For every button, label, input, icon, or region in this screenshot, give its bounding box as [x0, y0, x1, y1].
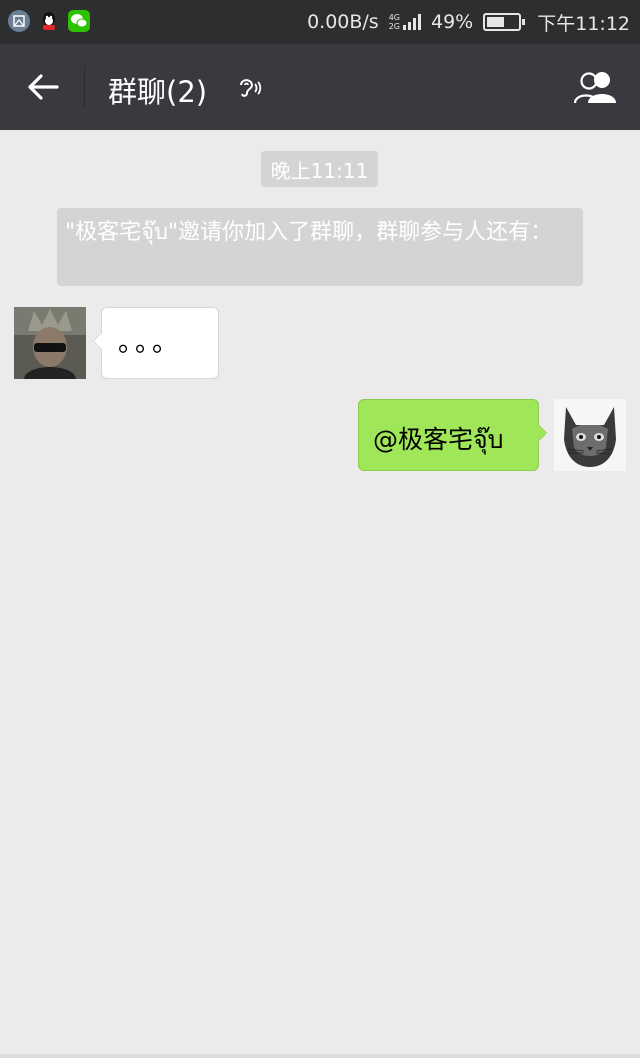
wechat-icon — [68, 10, 90, 32]
notification-icons — [8, 10, 90, 32]
chat-area[interactable]: 晚上11:11 "极客宅จุ๊บ"邀请你加入了群聊，群聊参与人还有： 。。。 @… — [0, 130, 640, 1054]
bottom-edge — [0, 1054, 640, 1058]
timestamp-pill: 晚上11:11 — [261, 151, 378, 187]
group-members-icon — [573, 72, 616, 104]
battery-icon — [483, 13, 526, 31]
outgoing-message-bubble[interactable]: @极客宅จุ๊บ — [358, 399, 547, 471]
ear-icon — [240, 79, 262, 97]
gallery-icon — [8, 10, 30, 32]
net-type-2g: 2G — [388, 22, 400, 31]
my-avatar[interactable] — [554, 399, 626, 471]
qq-icon — [38, 10, 60, 32]
net-type-4g: 4G — [388, 13, 400, 22]
status-bar: 0.00B/s 4G 2G 49% 下午11:12 — [0, 0, 640, 44]
battery-percent: 49% — [431, 11, 474, 33]
incoming-message-text: 。。。 — [118, 328, 183, 358]
group-members-button[interactable] — [570, 64, 622, 110]
chat-title: 群聊(2) — [108, 75, 208, 109]
net-speed: 0.00B/s — [307, 11, 379, 33]
sender-avatar[interactable] — [14, 307, 86, 379]
outgoing-message-text: @极客宅จุ๊บ — [373, 425, 504, 454]
back-button[interactable] — [18, 64, 68, 110]
status-time: 下午11:12 — [537, 12, 630, 35]
signal-indicator: 4G 2G — [389, 13, 421, 31]
signal-icon — [403, 14, 421, 30]
back-arrow-icon — [28, 74, 59, 100]
header-divider — [84, 66, 85, 108]
incoming-message-bubble[interactable]: 。。。 — [93, 307, 219, 379]
system-message: "极客宅จุ๊บ"邀请你加入了群聊，群聊参与人还有： — [57, 208, 583, 286]
chat-header: 群聊(2) — [0, 44, 640, 130]
